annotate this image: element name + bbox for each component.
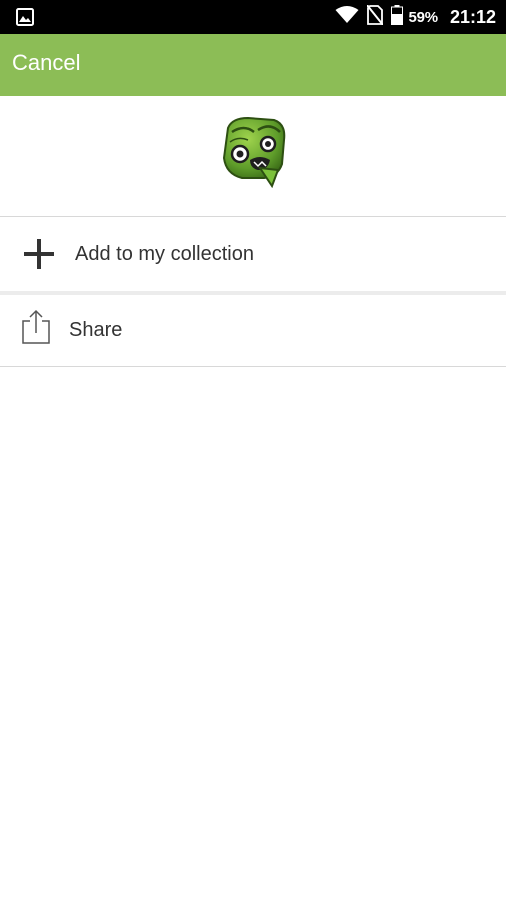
- clock: 21:12: [449, 6, 496, 27]
- app-bar: Cancel: [0, 34, 506, 96]
- add-to-collection-item[interactable]: Add to my collection: [0, 217, 506, 291]
- share-item[interactable]: Share: [0, 295, 506, 366]
- image-icon: [16, 8, 34, 26]
- battery-percent: 59%: [408, 8, 439, 26]
- status-bar: 59% 21:12: [0, 0, 506, 34]
- add-to-collection-label: Add to my collection: [75, 243, 254, 265]
- sticker-header: [0, 96, 506, 217]
- battery-icon: [390, 4, 403, 30]
- tiki-sticker-icon: [218, 114, 292, 189]
- share-label: Share: [69, 319, 123, 341]
- share-icon: [20, 309, 52, 350]
- status-icons: 59% 21:12: [327, 0, 496, 34]
- cancel-button[interactable]: Cancel: [12, 50, 80, 76]
- plus-icon: [22, 237, 56, 276]
- wifi-icon: [335, 5, 359, 29]
- divider: [0, 366, 506, 367]
- no-sim-icon: [365, 3, 384, 30]
